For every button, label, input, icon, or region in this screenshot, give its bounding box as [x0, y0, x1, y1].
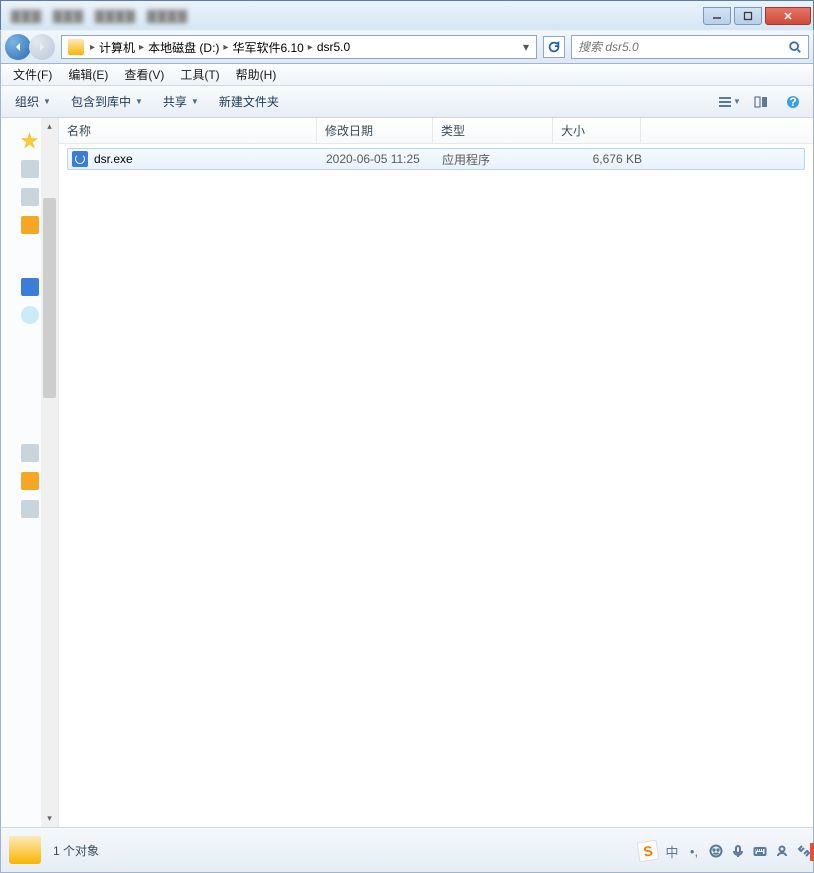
- scroll-up-arrow[interactable]: ▴: [41, 118, 58, 135]
- forward-button[interactable]: [29, 34, 55, 60]
- command-bar: 组织▼ 包含到库中▼ 共享▼ 新建文件夹 ▼ ?: [0, 86, 814, 118]
- ime-emoji-icon[interactable]: [708, 843, 724, 859]
- breadcrumb-item[interactable]: ▸dsr5.0: [306, 40, 352, 54]
- back-button[interactable]: [5, 34, 31, 60]
- minimize-button[interactable]: [703, 7, 731, 25]
- menu-help[interactable]: 帮助(H): [228, 66, 285, 83]
- status-text: 1 个对象: [53, 842, 99, 859]
- menu-tools[interactable]: 工具(T): [172, 66, 227, 83]
- tray-edge: [810, 843, 814, 861]
- favorites-icon[interactable]: [21, 132, 39, 150]
- cloud-icon[interactable]: [21, 306, 39, 324]
- share-button[interactable]: 共享▼: [155, 90, 207, 113]
- folder-icon: [9, 836, 41, 864]
- column-type[interactable]: 类型: [433, 118, 553, 143]
- file-type: 应用程序: [442, 151, 562, 168]
- file-list[interactable]: dsr.exe 2020-06-05 11:25 应用程序 6,676 KB: [59, 144, 813, 827]
- ime-logo-icon[interactable]: S: [637, 840, 660, 863]
- include-library-button[interactable]: 包含到库中▼: [63, 90, 151, 113]
- new-folder-button[interactable]: 新建文件夹: [211, 90, 287, 113]
- column-name[interactable]: 名称: [59, 118, 317, 143]
- address-dropdown[interactable]: ▾: [518, 40, 534, 54]
- sidebar-scrollbar[interactable]: ▴ ▾: [41, 118, 58, 827]
- navigation-pane[interactable]: ▴ ▾: [1, 118, 59, 827]
- ime-tray: S 中 •,: [638, 841, 812, 861]
- breadcrumb-item[interactable]: ▸计算机: [88, 39, 137, 56]
- column-date[interactable]: 修改日期: [317, 118, 433, 143]
- sidebar-item[interactable]: [21, 188, 39, 206]
- folder-icon: [68, 39, 84, 55]
- computer-icon[interactable]: [21, 278, 39, 296]
- title-blur: ▇▇▇: [11, 8, 41, 24]
- menu-file[interactable]: 文件(F): [5, 66, 60, 83]
- file-row[interactable]: dsr.exe 2020-06-05 11:25 应用程序 6,676 KB: [67, 148, 805, 170]
- help-button[interactable]: ?: [779, 91, 807, 113]
- sidebar-item[interactable]: [21, 500, 39, 518]
- menu-bar: 文件(F) 编辑(E) 查看(V) 工具(T) 帮助(H): [0, 64, 814, 86]
- ime-user-icon[interactable]: [774, 843, 790, 859]
- window-titlebar: ▇▇▇ ▇▇▇ ▇▇▇▇ ▇▇▇▇: [0, 0, 814, 30]
- breadcrumb-item[interactable]: ▸华军软件6.10: [221, 39, 305, 56]
- title-blur: ▇▇▇: [53, 8, 83, 24]
- breadcrumb-item[interactable]: ▸本地磁盘 (D:): [137, 39, 221, 56]
- menu-edit[interactable]: 编辑(E): [60, 66, 116, 83]
- exe-icon: [72, 151, 88, 167]
- main-content: ▴ ▾ 名称 修改日期 类型 大小 dsr.exe 2020-06-05 11:…: [0, 118, 814, 827]
- menu-view[interactable]: 查看(V): [116, 66, 172, 83]
- search-icon[interactable]: [788, 40, 802, 54]
- maximize-button[interactable]: [734, 7, 762, 25]
- title-blur: ▇▇▇▇: [147, 8, 187, 24]
- search-box[interactable]: [571, 35, 809, 59]
- file-date: 2020-06-05 11:25: [326, 152, 442, 166]
- sidebar-item[interactable]: [21, 444, 39, 462]
- file-size: 6,676 KB: [562, 152, 642, 166]
- sidebar-item[interactable]: [21, 160, 39, 178]
- title-blur: ▇▇▇▇: [95, 8, 135, 24]
- view-options-button[interactable]: ▼: [715, 91, 743, 113]
- ime-lang-button[interactable]: 中: [664, 843, 680, 859]
- scroll-thumb[interactable]: [43, 198, 56, 398]
- file-list-pane: 名称 修改日期 类型 大小 dsr.exe 2020-06-05 11:25 应…: [59, 118, 813, 827]
- organize-button[interactable]: 组织▼: [7, 90, 59, 113]
- close-button[interactable]: [765, 7, 811, 25]
- svg-text:?: ?: [789, 95, 796, 109]
- ime-punct-icon[interactable]: •,: [686, 843, 702, 859]
- search-input[interactable]: [578, 40, 788, 54]
- scroll-down-arrow[interactable]: ▾: [41, 810, 58, 827]
- column-size[interactable]: 大小: [553, 118, 641, 143]
- navigation-bar: ▸计算机 ▸本地磁盘 (D:) ▸华军软件6.10 ▸dsr5.0 ▾: [0, 30, 814, 64]
- ime-keyboard-icon[interactable]: [752, 843, 768, 859]
- sidebar-item[interactable]: [21, 472, 39, 490]
- sidebar-item[interactable]: [21, 216, 39, 234]
- file-name: dsr.exe: [94, 152, 326, 166]
- ime-mic-icon[interactable]: [730, 843, 746, 859]
- address-bar[interactable]: ▸计算机 ▸本地磁盘 (D:) ▸华军软件6.10 ▸dsr5.0 ▾: [61, 35, 537, 59]
- refresh-button[interactable]: [543, 36, 565, 58]
- preview-pane-button[interactable]: [747, 91, 775, 113]
- column-headers: 名称 修改日期 类型 大小: [59, 118, 813, 144]
